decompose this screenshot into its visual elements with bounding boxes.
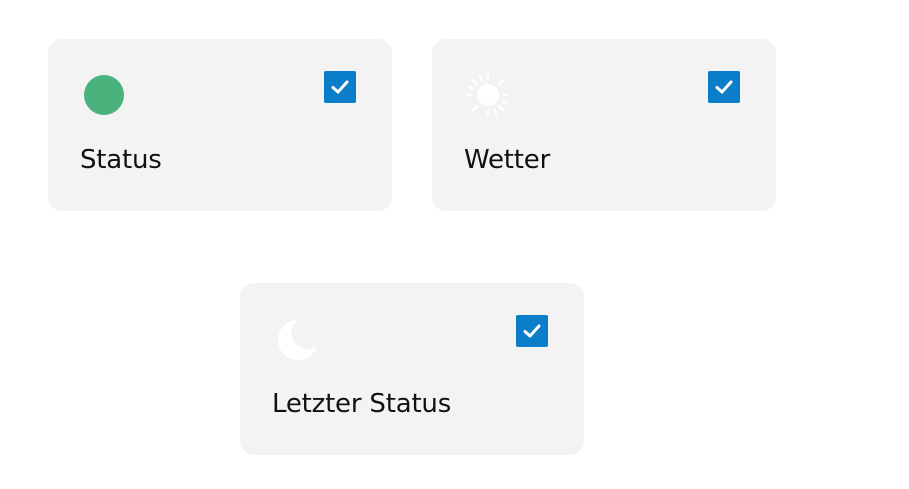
- checkmark-icon: [715, 80, 733, 94]
- checkmark-icon: [523, 324, 541, 338]
- moon-icon: [277, 319, 316, 360]
- weather-checkbox[interactable]: [708, 71, 740, 103]
- last-status-checkbox[interactable]: [516, 315, 548, 347]
- card-weather[interactable]: Wetter: [432, 39, 776, 211]
- card-label-last-status: Letzter Status: [272, 389, 452, 419]
- card-last-status[interactable]: Letzter Status: [240, 283, 584, 455]
- status-checkbox[interactable]: [324, 71, 356, 103]
- card-status[interactable]: Status: [48, 39, 392, 211]
- checkmark-icon: [331, 80, 349, 94]
- card-label-status: Status: [80, 145, 162, 175]
- status-dot-icon: [84, 75, 124, 115]
- card-label-weather: Wetter: [464, 145, 551, 175]
- sun-icon: [465, 73, 508, 117]
- widget-selection-canvas: Status Wetter Letzter Status: [0, 0, 909, 489]
